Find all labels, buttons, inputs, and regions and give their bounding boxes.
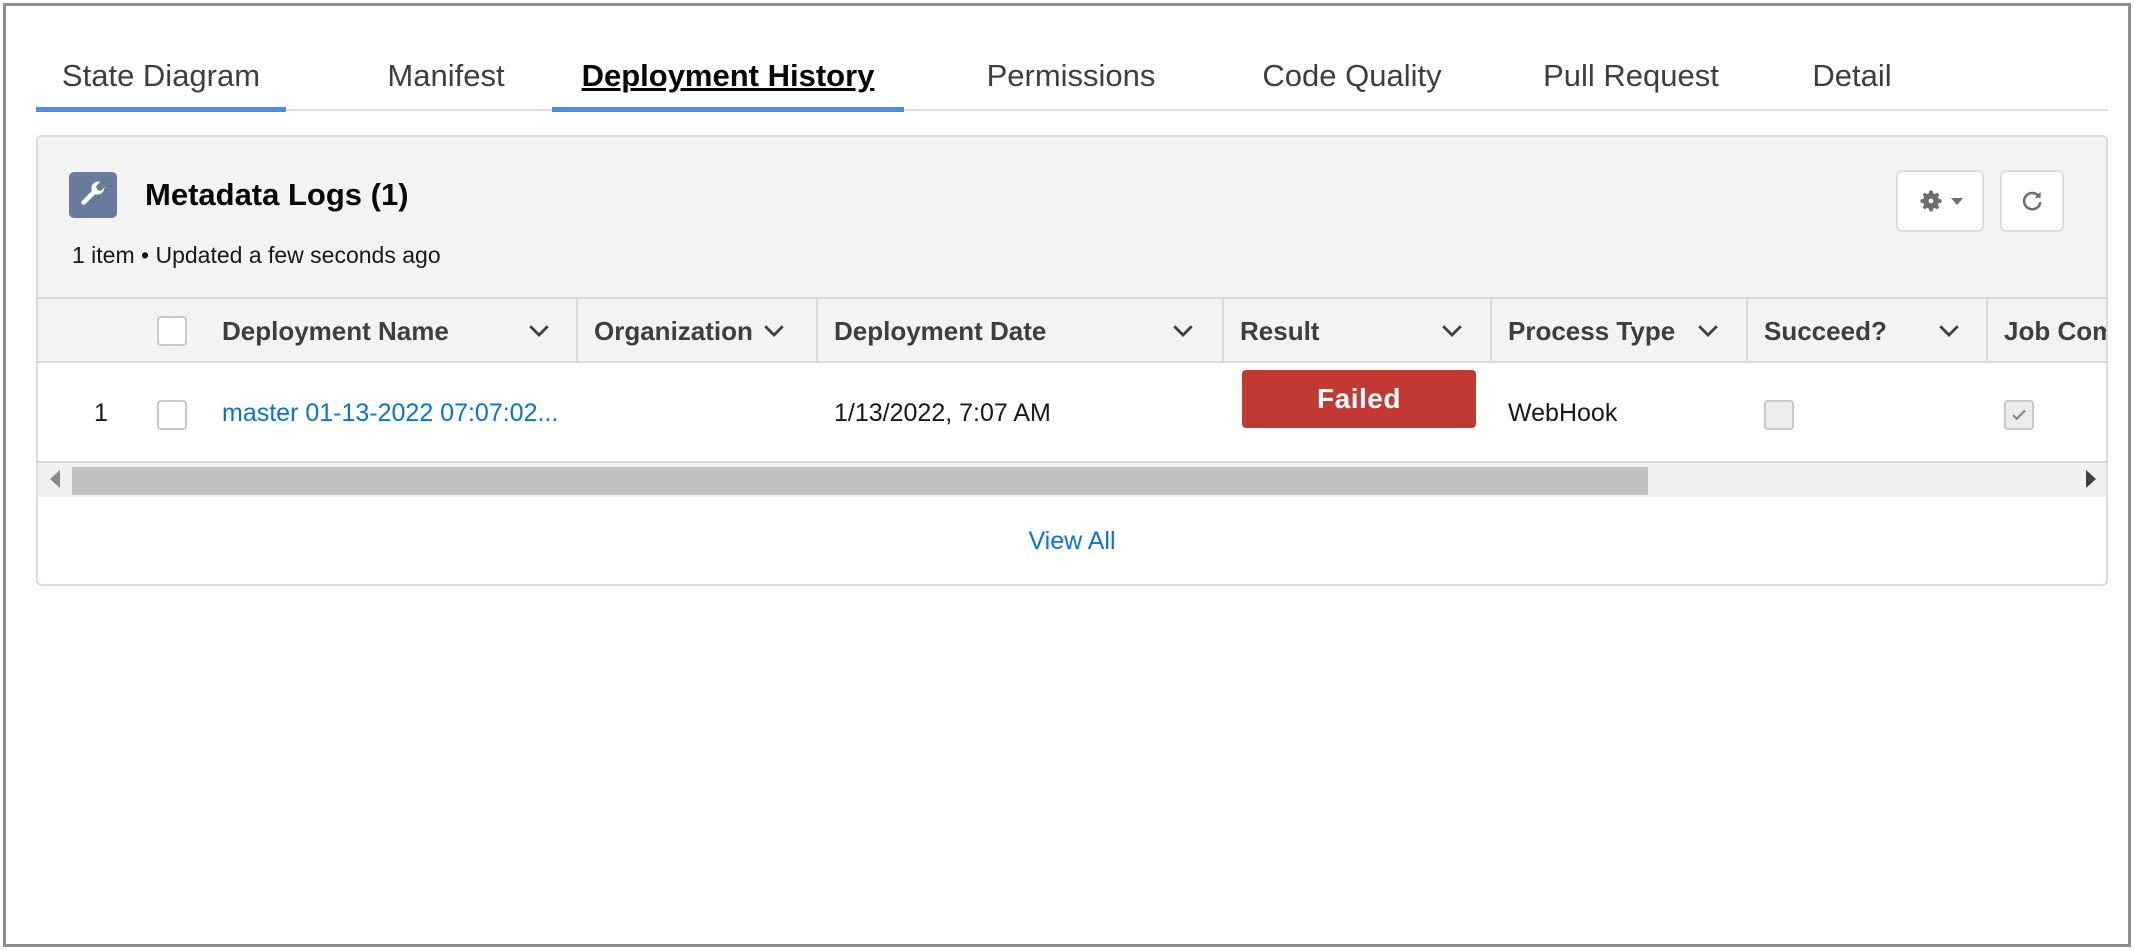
column-header-job-completed[interactable]: Job Com — [2004, 299, 2106, 363]
column-divider[interactable] — [816, 299, 818, 363]
list-settings-button[interactable] — [1896, 170, 1984, 232]
tab-state-diagram[interactable]: State Diagram — [36, 41, 286, 111]
column-header-deployment-date[interactable]: Deployment Date — [834, 299, 1114, 363]
result-failed-badge: Failed — [1242, 370, 1476, 428]
row-select-checkbox[interactable] — [157, 400, 187, 430]
deployment-name-link[interactable]: master 01-13-2022 07:07:02... — [222, 363, 558, 463]
column-header-succeed[interactable]: Succeed? — [1764, 299, 1914, 363]
tab-permissions[interactable]: Permissions — [956, 41, 1186, 111]
job-completed-checkbox — [2004, 400, 2034, 430]
chevron-down-icon[interactable] — [1934, 315, 1964, 345]
row-number: 1 — [94, 398, 108, 427]
metadata-logs-card: Metadata Logs (1) 1 item • Updated a few… — [36, 135, 2108, 586]
column-divider[interactable] — [1222, 299, 1224, 363]
refresh-icon — [2019, 188, 2045, 214]
card-title: Metadata Logs (1) — [145, 177, 409, 212]
chevron-down-icon[interactable] — [1437, 315, 1467, 345]
column-divider[interactable] — [1490, 299, 1492, 363]
tab-detail[interactable]: Detail — [1782, 41, 1922, 111]
scroll-right-arrow-icon[interactable] — [2086, 470, 2096, 488]
table-row: 1 master 01-13-2022 07:07:02... 1/13/202… — [38, 363, 2106, 463]
tab-pull-request[interactable]: Pull Request — [1506, 41, 1756, 111]
column-header-process-type[interactable]: Process Type — [1508, 299, 1698, 363]
view-all-link[interactable]: View All — [1028, 527, 1115, 556]
column-header-result[interactable]: Result — [1240, 299, 1400, 363]
column-header-deployment-name[interactable]: Deployment Name — [222, 299, 522, 363]
card-header: Metadata Logs (1) 1 item • Updated a few… — [38, 137, 2106, 297]
table-header: Deployment Name Organization Deployment … — [38, 297, 2106, 363]
checkmark-icon — [2012, 409, 2026, 421]
process-type-cell: WebHook — [1508, 398, 1618, 427]
tab-deployment-history[interactable]: Deployment History — [552, 41, 904, 111]
column-divider[interactable] — [1986, 299, 1988, 363]
chevron-down-icon[interactable] — [1693, 315, 1723, 345]
wrench-icon — [69, 172, 117, 218]
scrollbar-thumb[interactable] — [72, 467, 1648, 495]
tab-underline-state-diagram — [36, 107, 286, 112]
select-all-checkbox[interactable] — [157, 316, 187, 346]
gear-icon — [1917, 187, 1945, 215]
tab-underline-deployment-history — [552, 107, 904, 112]
tab-bar: State Diagram Manifest Deployment Histor… — [36, 41, 2108, 112]
deployment-date-cell: 1/13/2022, 7:07 AM — [834, 398, 1051, 427]
tab-manifest[interactable]: Manifest — [336, 41, 556, 111]
column-header-organization[interactable]: Organization — [594, 299, 774, 363]
tab-code-quality[interactable]: Code Quality — [1232, 41, 1472, 111]
succeed-checkbox — [1764, 400, 1794, 430]
column-divider[interactable] — [1746, 299, 1748, 363]
card-subtitle: 1 item • Updated a few seconds ago — [72, 242, 441, 268]
horizontal-scrollbar[interactable] — [38, 463, 2106, 497]
window-frame: State Diagram Manifest Deployment Histor… — [3, 3, 2131, 947]
chevron-down-icon[interactable] — [1168, 315, 1198, 345]
chevron-down-icon — [1951, 197, 1963, 205]
chevron-down-icon[interactable] — [759, 315, 789, 345]
column-divider[interactable] — [576, 299, 578, 363]
scroll-left-arrow-icon[interactable] — [50, 470, 60, 488]
view-all-footer: View All — [38, 497, 2106, 584]
refresh-button[interactable] — [2000, 170, 2064, 232]
chevron-down-icon[interactable] — [524, 315, 554, 345]
